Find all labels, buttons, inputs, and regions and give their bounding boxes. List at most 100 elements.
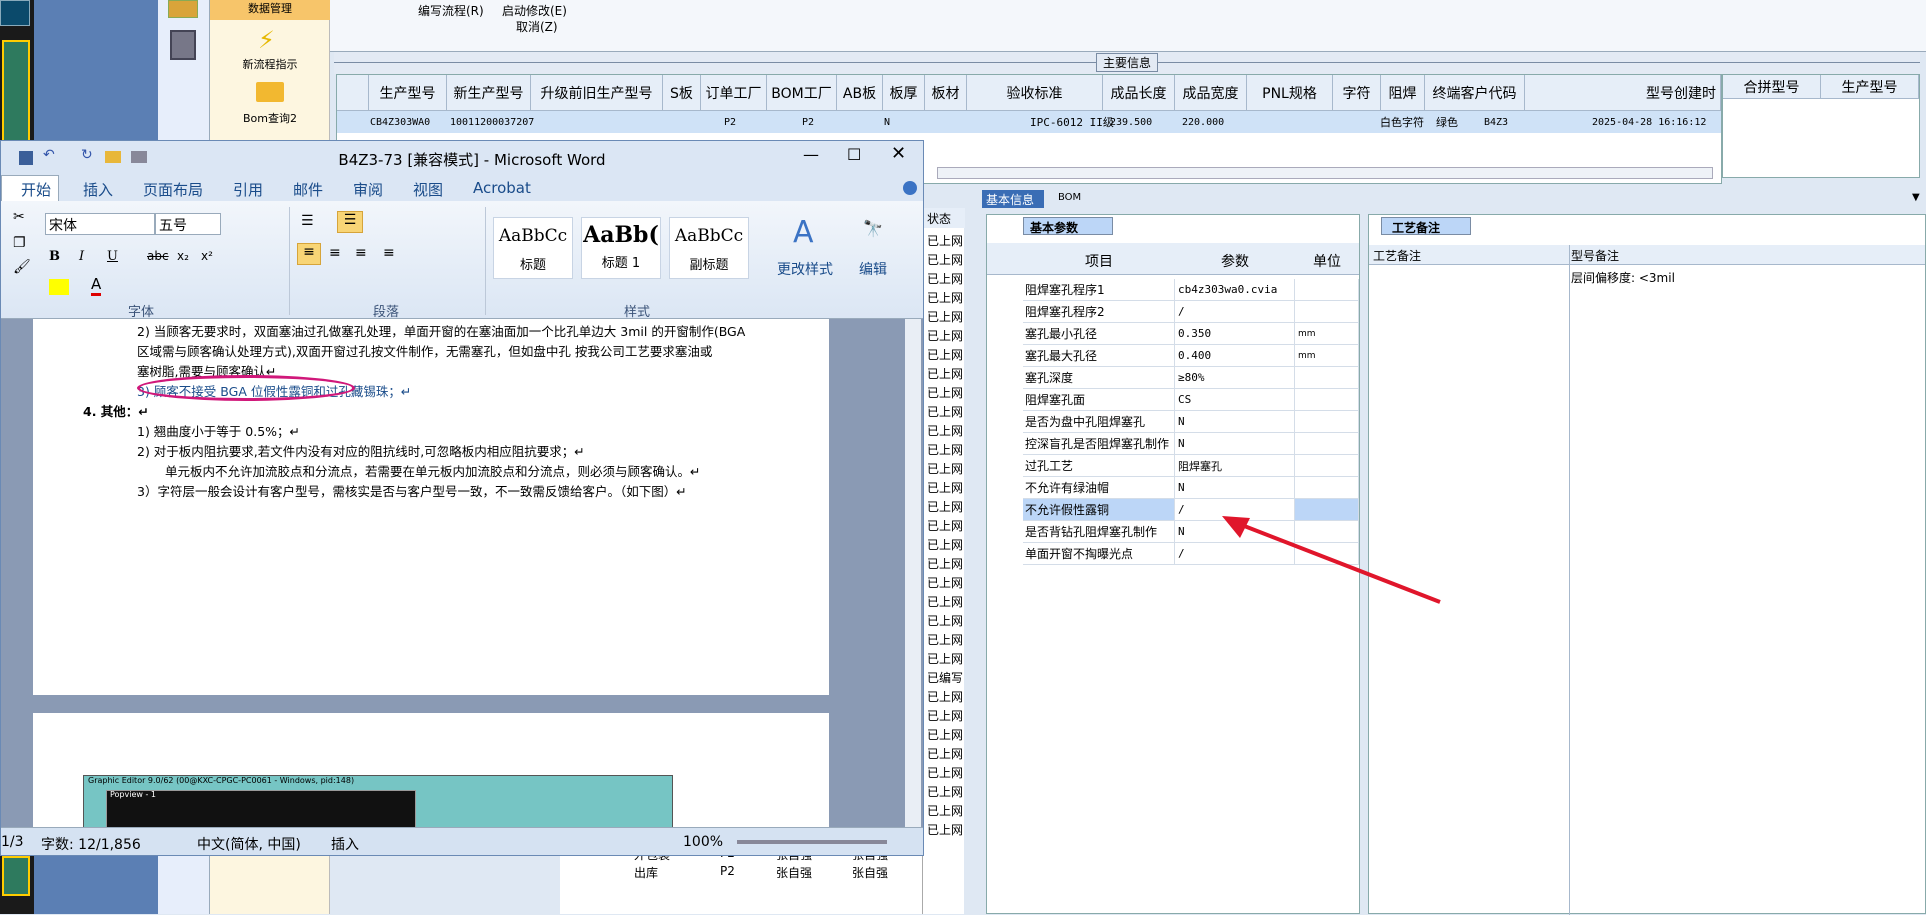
col-header[interactable]: 新生产型号 bbox=[447, 75, 531, 111]
param-row[interactable]: 阻焊塞孔程序2/ bbox=[1023, 301, 1359, 323]
tab-process-notes[interactable]: 工艺备注 bbox=[1381, 217, 1471, 235]
col-header[interactable]: 验收标准 bbox=[967, 75, 1103, 111]
align-left-button[interactable]: ≡ bbox=[297, 243, 321, 265]
font-name-select[interactable]: 宋体 bbox=[45, 213, 155, 235]
h-scrollbar[interactable] bbox=[937, 167, 1713, 179]
col-header[interactable]: 型号创建时 bbox=[1525, 75, 1721, 111]
page-indicator[interactable]: 1/3 bbox=[1, 834, 24, 850]
cell: 239.500 bbox=[1110, 116, 1153, 128]
minimize-icon[interactable]: — bbox=[803, 145, 819, 164]
nav-bom-query[interactable]: Bom查询2 bbox=[210, 110, 330, 126]
btn-start-modify[interactable]: 启动修改(E) bbox=[502, 2, 567, 19]
status-cell: 已上网 bbox=[927, 595, 964, 609]
chevron-down-icon[interactable]: ▼ bbox=[1912, 192, 1920, 203]
nav-new-flow[interactable]: 新流程指示 bbox=[210, 56, 330, 72]
param-cell: 0.350 bbox=[1175, 323, 1295, 345]
btn-cancel[interactable]: 取消(Z) bbox=[516, 18, 558, 35]
col-header[interactable]: 成品宽度 bbox=[1175, 75, 1247, 111]
font-color-button[interactable]: A bbox=[91, 275, 102, 296]
tab-basic-params[interactable]: 基本参数 bbox=[1023, 217, 1113, 235]
col-header[interactable]: 参数 bbox=[1175, 251, 1295, 271]
bullets-button[interactable]: ☰ bbox=[301, 213, 314, 229]
change-style-button[interactable]: 更改样式 bbox=[777, 259, 833, 279]
align-center-button[interactable]: ≡ bbox=[329, 245, 341, 261]
col-header[interactable]: 成品长度 bbox=[1103, 75, 1175, 111]
copy-icon[interactable]: ❐ bbox=[13, 235, 26, 251]
numbering-button[interactable]: ☰ bbox=[337, 211, 363, 233]
underline-button[interactable]: U bbox=[107, 249, 118, 264]
col-header[interactable]: 单位 bbox=[1295, 251, 1359, 271]
style-subtitle[interactable]: AaBbCc 副标题 bbox=[669, 217, 749, 279]
param-row[interactable]: 塞孔深度 ≥80% bbox=[1023, 367, 1359, 389]
param-row[interactable]: 是否为盘中孔阻焊塞孔 N bbox=[1023, 411, 1359, 433]
param-row[interactable]: 控深盲孔是否阻焊塞孔制作 N bbox=[1023, 433, 1359, 455]
tab-acrobat[interactable]: Acrobat bbox=[473, 179, 531, 197]
col-header[interactable]: 项目 bbox=[1023, 251, 1175, 271]
word-count[interactable]: 字数: 12/1,856 bbox=[41, 834, 141, 854]
format-painter-icon[interactable]: 🖌 bbox=[13, 259, 31, 275]
insert-mode[interactable]: 插入 bbox=[331, 834, 359, 854]
zoom-slider[interactable] bbox=[737, 840, 887, 844]
close-icon[interactable]: ✕ bbox=[891, 143, 906, 164]
btn-write-flow[interactable]: 编写流程(R) bbox=[418, 2, 484, 19]
param-row[interactable]: 过孔工艺 阻焊塞孔 bbox=[1023, 455, 1359, 477]
font-size-select[interactable]: 五号 bbox=[155, 213, 221, 235]
align-right-button[interactable]: ≡ bbox=[355, 245, 367, 261]
page[interactable]: 2) 当顾客无要求时，双面塞油过孔做塞孔处理，单面开窗的在塞油面加一个比孔单边大… bbox=[33, 319, 829, 695]
param-cell: 阻焊塞孔程序1 bbox=[1023, 279, 1175, 301]
tab-layout[interactable]: 页面布局 bbox=[143, 179, 203, 200]
col-header[interactable]: BOM工厂 bbox=[767, 75, 837, 111]
col-header[interactable]: 板材 bbox=[925, 75, 967, 111]
nav-data-mgmt[interactable]: 数据管理 bbox=[210, 0, 330, 20]
edit-button[interactable]: 编辑 bbox=[859, 259, 887, 279]
calculator-icon[interactable] bbox=[170, 30, 196, 60]
tab-references[interactable]: 引用 bbox=[233, 179, 263, 200]
col-header[interactable]: 订单工厂 bbox=[701, 75, 767, 111]
col-header[interactable]: 生产型号 bbox=[369, 75, 447, 111]
justify-button[interactable]: ≡ bbox=[383, 245, 395, 261]
param-row[interactable]: 塞孔最大孔径 0.400 mm bbox=[1023, 345, 1359, 367]
param-row[interactable]: 不允许有绿油帽 N bbox=[1023, 477, 1359, 499]
col-header[interactable]: 终端客户代码 bbox=[1425, 75, 1525, 111]
tab-home[interactable]: 开始 bbox=[21, 179, 51, 200]
tab-mailings[interactable]: 邮件 bbox=[293, 179, 323, 200]
language[interactable]: 中文(简体, 中国) bbox=[197, 834, 301, 854]
tab-bom[interactable]: BOM bbox=[1058, 192, 1081, 203]
param-row[interactable]: 阻焊塞孔程序1 cb4z303wa0.cvia bbox=[1023, 279, 1359, 301]
find-icon[interactable]: 🔭 bbox=[863, 219, 883, 238]
tab-insert[interactable]: 插入 bbox=[83, 179, 113, 200]
subscript-button[interactable]: x₂ bbox=[177, 249, 189, 263]
superscript-button[interactable]: x² bbox=[201, 249, 213, 263]
param-row[interactable]: 塞孔最小孔径 0.350 mm bbox=[1023, 323, 1359, 345]
strike-button[interactable]: abc bbox=[147, 249, 169, 263]
main-info-header: 主要信息 bbox=[334, 52, 1920, 74]
col-header[interactable]: 阻焊 bbox=[1381, 75, 1425, 111]
col-header[interactable]: 升级前旧生产型号 bbox=[531, 75, 663, 111]
col-header[interactable]: PNL规格 bbox=[1247, 75, 1333, 111]
page[interactable]: Graphic Editor 9.0/62 (00@KXC-CPGC-PC006… bbox=[33, 713, 829, 834]
col-header[interactable]: AB板 bbox=[837, 75, 883, 111]
tab-basic-info[interactable]: 基本信息 bbox=[982, 190, 1044, 208]
bold-button[interactable]: B bbox=[49, 249, 60, 264]
list-item[interactable]: 出库 bbox=[634, 864, 658, 881]
doc-line: 3）字符层一般会设计有客户型号，需核实是否与客户型号一致，不一致需反馈给客户。（… bbox=[137, 484, 687, 499]
style-title[interactable]: AaBbCc 标题 bbox=[493, 217, 573, 279]
cut-icon[interactable]: ✂ bbox=[13, 209, 25, 225]
style-heading1[interactable]: AaBb( 标题 1 bbox=[581, 217, 661, 279]
tab-view[interactable]: 视图 bbox=[413, 179, 443, 200]
col-header[interactable]: 合拼型号 bbox=[1723, 75, 1821, 99]
change-style-icon[interactable]: A bbox=[793, 215, 814, 250]
tab-review[interactable]: 审阅 bbox=[353, 179, 383, 200]
col-header[interactable]: 板厚 bbox=[883, 75, 925, 111]
maximize-icon[interactable]: ☐ bbox=[847, 145, 861, 164]
col-header[interactable]: 字符 bbox=[1333, 75, 1381, 111]
highlight-button[interactable] bbox=[49, 279, 69, 295]
italic-button[interactable]: I bbox=[79, 249, 84, 264]
word-window: ↶ ↻ B4Z3-73 [兼容模式] - Microsoft Word — ☐ … bbox=[0, 140, 924, 856]
col-header[interactable]: S板 bbox=[663, 75, 701, 111]
v-scrollbar[interactable] bbox=[905, 319, 921, 827]
col-header[interactable]: 生产型号 bbox=[1821, 75, 1919, 99]
help-icon[interactable] bbox=[903, 181, 917, 195]
param-row[interactable]: 阻焊塞孔面 CS bbox=[1023, 389, 1359, 411]
zoom-level[interactable]: 100% bbox=[683, 834, 723, 850]
